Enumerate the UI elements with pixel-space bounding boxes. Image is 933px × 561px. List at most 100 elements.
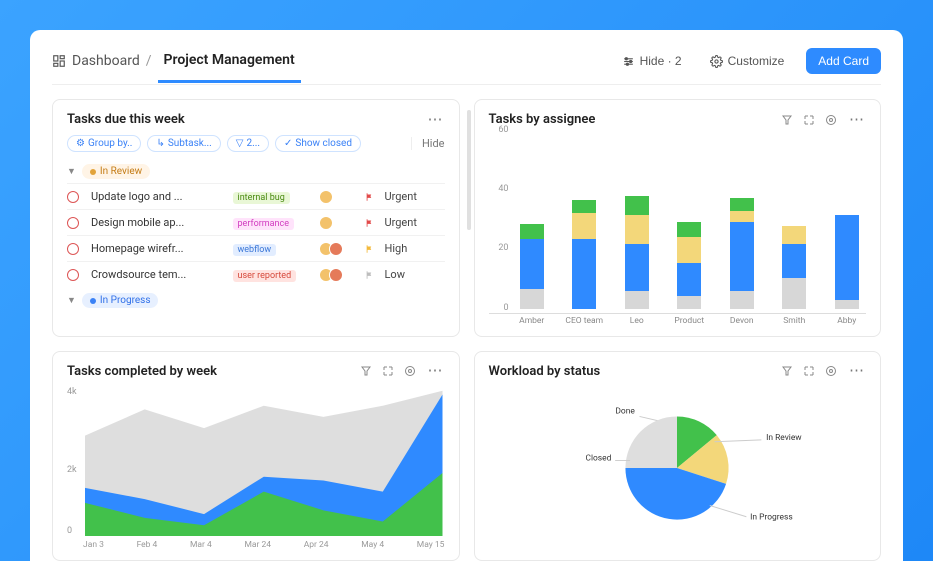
x-label: Feb 4 [137, 540, 158, 550]
bar-segment[interactable] [835, 300, 859, 309]
bar-segment[interactable] [625, 244, 649, 292]
pie-label: In Progress [750, 513, 793, 523]
breadcrumb: Dashboard / Project Management [52, 52, 301, 70]
bar-chart: 0204060 AmberCEO teamLeoProductDevonSmit… [489, 135, 867, 326]
bar-segment[interactable] [782, 226, 806, 243]
hide-button[interactable]: Hide · 2 [616, 50, 688, 72]
x-label: Devon [723, 316, 762, 326]
funnel-icon: ▽ [236, 138, 244, 149]
bar-segment[interactable] [730, 211, 754, 222]
bar-segment[interactable] [782, 244, 806, 279]
bar-segment[interactable] [572, 239, 596, 308]
card-title: Workload by status [489, 364, 601, 379]
pie-slice[interactable] [626, 417, 678, 469]
bar-segment[interactable] [730, 291, 754, 308]
show-closed-pill[interactable]: ✓Show closed [275, 135, 361, 152]
y-tick: 20 [489, 243, 509, 253]
task-row[interactable]: Design mobile ap... performance Urgent [67, 209, 445, 235]
group-in-progress[interactable]: ▼ In Progress [67, 293, 445, 308]
task-list: Update logo and ...internal bugUrgentDes… [67, 183, 445, 287]
task-row[interactable]: Crowdsource tem...user reportedLow [67, 261, 445, 287]
more-icon[interactable]: ⋯ [426, 115, 445, 125]
card-grid: Tasks due this week ⋯ ⚙Group by.. ↳Subta… [52, 99, 881, 561]
bar-segment[interactable] [520, 224, 544, 239]
bar-segment[interactable] [520, 289, 544, 309]
flag-icon [365, 270, 375, 280]
x-label: May 15 [417, 540, 445, 550]
expand-icon[interactable] [382, 365, 394, 377]
status-circle-icon [67, 217, 79, 229]
customize-button[interactable]: Customize [704, 50, 791, 72]
bar-segment[interactable] [625, 291, 649, 308]
x-label: Mar 4 [190, 540, 212, 550]
filter-icon[interactable] [781, 114, 793, 126]
bar-segment[interactable] [730, 222, 754, 291]
pie-label: Closed [586, 454, 612, 464]
gear-icon [710, 55, 723, 68]
flag-icon [365, 218, 375, 228]
hide-link[interactable]: Hide [411, 137, 445, 150]
more-icon[interactable]: ⋯ [426, 366, 445, 376]
bar-segment[interactable] [835, 215, 859, 300]
flag-icon [365, 192, 375, 202]
avatars[interactable] [319, 242, 359, 256]
bar-segment[interactable] [520, 239, 544, 289]
task-row[interactable]: Update logo and ...internal bugUrgent [67, 183, 445, 209]
task-title: Homepage wirefr... [91, 242, 227, 255]
breadcrumb-sep: / [146, 53, 152, 69]
bar-segment[interactable] [572, 200, 596, 213]
scrollbar[interactable] [467, 110, 471, 230]
priority: High [385, 242, 445, 255]
hide-label: Hide · 2 [640, 54, 682, 68]
tag[interactable]: internal bug [233, 192, 290, 204]
status-circle-icon [67, 243, 79, 255]
priority: Urgent [385, 216, 445, 229]
y-tick: 0 [489, 303, 509, 313]
gear-icon[interactable] [825, 114, 837, 126]
group-in-review[interactable]: ▼ In Review [67, 164, 445, 179]
bar-segment[interactable] [572, 213, 596, 239]
gear-icon[interactable] [404, 365, 416, 377]
y-tick: 40 [489, 184, 509, 194]
bar-segment[interactable] [677, 296, 701, 309]
bar-segment[interactable] [677, 222, 701, 237]
bar-segment[interactable] [677, 263, 701, 296]
tag[interactable]: performance [233, 218, 295, 230]
bar-segment[interactable] [730, 198, 754, 211]
sliders-icon [622, 55, 635, 68]
more-icon[interactable]: ⋯ [847, 115, 866, 125]
bar-segment[interactable] [625, 196, 649, 216]
caret-down-icon: ▼ [67, 166, 76, 177]
x-label: Jan 3 [83, 540, 104, 550]
tag[interactable]: webflow [233, 244, 277, 256]
filter-count-pill[interactable]: ▽2... [227, 135, 269, 152]
add-card-button[interactable]: Add Card [806, 48, 881, 74]
dashboard-panel: Dashboard / Project Management Hide · 2 … [30, 30, 903, 561]
bar-segment[interactable] [625, 215, 649, 243]
tasks-by-assignee-card: Tasks by assignee ⋯ 0204060 AmberCEO tea… [474, 99, 882, 337]
task-row[interactable]: Homepage wirefr... webflow High [67, 235, 445, 261]
group-by-pill[interactable]: ⚙Group by.. [67, 135, 141, 152]
dashboard-icon [52, 54, 66, 68]
tasks-due-card: Tasks due this week ⋯ ⚙Group by.. ↳Subta… [52, 99, 460, 337]
card-title: Tasks due this week [67, 112, 185, 127]
subtasks-pill[interactable]: ↳Subtask... [147, 135, 220, 152]
tag[interactable]: user reported [233, 270, 297, 282]
avatars[interactable] [319, 190, 359, 204]
filter-icon[interactable] [360, 365, 372, 377]
task-title: Design mobile ap... [91, 216, 227, 229]
breadcrumb-current[interactable]: Project Management [158, 52, 301, 83]
bar-segment[interactable] [782, 278, 806, 308]
expand-icon[interactable] [803, 365, 815, 377]
workload-status-card: Workload by status ⋯ DoneIn ReviewIn Pro… [474, 351, 882, 561]
more-icon[interactable]: ⋯ [847, 366, 866, 376]
expand-icon[interactable] [803, 114, 815, 126]
gear-icon[interactable] [825, 365, 837, 377]
pie-label: In Review [766, 433, 802, 443]
filter-row: ⚙Group by.. ↳Subtask... ▽2... ✓Show clos… [67, 135, 445, 152]
breadcrumb-root[interactable]: Dashboard [72, 53, 140, 69]
filter-icon[interactable] [781, 365, 793, 377]
avatars[interactable] [319, 216, 359, 230]
bar-segment[interactable] [677, 237, 701, 263]
avatars[interactable] [319, 268, 359, 282]
